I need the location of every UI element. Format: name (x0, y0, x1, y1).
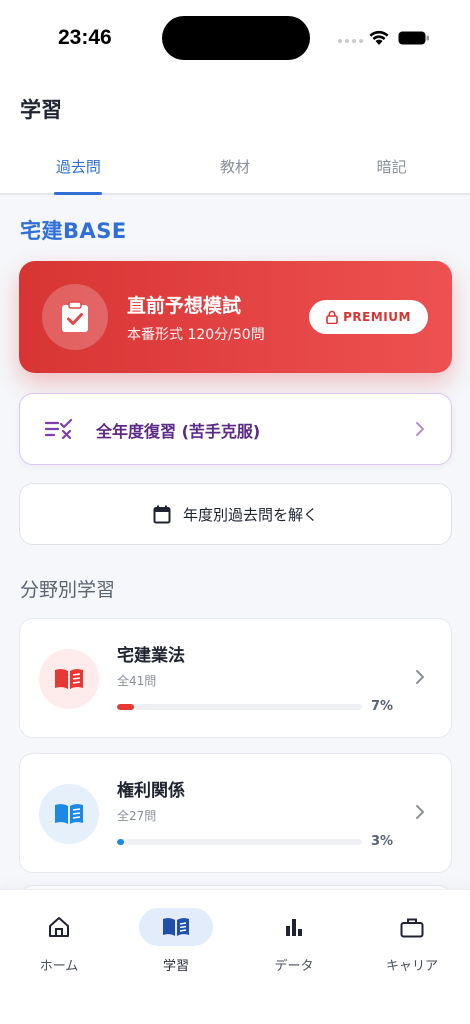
calendar-icon (153, 505, 171, 523)
chevron-right-icon (416, 805, 424, 819)
bottom-nav: ホーム 学習 データ キャリア (0, 889, 470, 1024)
briefcase-icon (400, 918, 424, 937)
progress-percent: 7% (371, 699, 394, 714)
status-time: 23:46 (58, 26, 112, 49)
subject-card-rights[interactable]: 権利関係 全27問 3% (19, 753, 452, 873)
nav-icon-wrap (139, 908, 213, 946)
subject-count: 全27問 (117, 809, 157, 823)
nav-home[interactable]: ホーム (9, 908, 109, 974)
bar-chart-icon (286, 919, 302, 936)
clipboard-check-icon (62, 301, 88, 332)
subject-icon-circle (39, 784, 99, 844)
book-icon (163, 918, 189, 936)
premium-badge-label: PREMIUM (343, 310, 411, 324)
nav-icon-wrap (22, 908, 96, 946)
premium-mock-exam-card[interactable]: 直前予想模試 本番形式 120分/50問 PREMIUM (19, 261, 452, 373)
main-content: 宅建BASE 直前予想模試 本番形式 120分/50問 PREMIUM 全年度復… (0, 195, 470, 895)
battery-icon (398, 31, 429, 45)
tab-memorize[interactable]: 暗記 (313, 140, 470, 193)
nav-data[interactable]: データ (244, 908, 344, 974)
book-icon (55, 669, 83, 689)
chevron-right-icon (416, 422, 424, 436)
nav-label: 学習 (162, 959, 189, 974)
premium-title: 直前予想模試 (127, 295, 242, 317)
tab-materials[interactable]: 教材 (157, 140, 314, 193)
tab-bar: 過去問 教材 暗記 (0, 140, 470, 195)
progress-bar (117, 839, 362, 845)
wifi-icon (369, 30, 389, 45)
subject-count: 全41問 (117, 674, 157, 688)
list-check-icon (45, 419, 73, 439)
nav-study[interactable]: 学習 (126, 908, 226, 974)
lock-icon (326, 310, 338, 324)
chevron-right-icon (416, 670, 424, 684)
nav-career[interactable]: キャリア (362, 908, 462, 974)
progress-bar (117, 704, 362, 710)
progress-fill (117, 839, 125, 845)
nav-icon-wrap (257, 908, 331, 946)
page-title: 学習 (20, 98, 62, 122)
nav-label: データ (274, 959, 314, 974)
brand-title: 宅建BASE (20, 219, 127, 243)
book-icon (55, 804, 83, 824)
review-label: 全年度復習 (苦手克服) (96, 422, 261, 441)
nav-label: ホーム (39, 959, 79, 974)
dynamic-island (162, 16, 310, 60)
progress-fill (117, 704, 135, 710)
tab-past-exams[interactable]: 過去問 (0, 140, 157, 193)
subject-name: 宅建業法 (117, 646, 185, 666)
nav-icon-wrap (375, 908, 449, 946)
subject-name: 権利関係 (117, 781, 185, 801)
status-bar: 23:46 (0, 0, 470, 78)
premium-badge: PREMIUM (309, 300, 428, 334)
progress-percent: 3% (371, 834, 394, 849)
all-years-review-button[interactable]: 全年度復習 (苦手克服) (19, 393, 452, 465)
nav-label: キャリア (385, 959, 438, 974)
subject-card-business-law[interactable]: 宅建業法 全41問 7% (19, 618, 452, 738)
year-exams-button[interactable]: 年度別過去問を解く (19, 483, 452, 545)
home-icon (49, 917, 69, 937)
year-exams-label: 年度別過去問を解く (182, 505, 318, 524)
premium-subtitle: 本番形式 120分/50問 (127, 327, 265, 343)
signal-icon (338, 39, 363, 43)
premium-icon-circle (42, 284, 108, 350)
subject-icon-circle (39, 649, 99, 709)
section-title: 分野別学習 (20, 579, 116, 601)
